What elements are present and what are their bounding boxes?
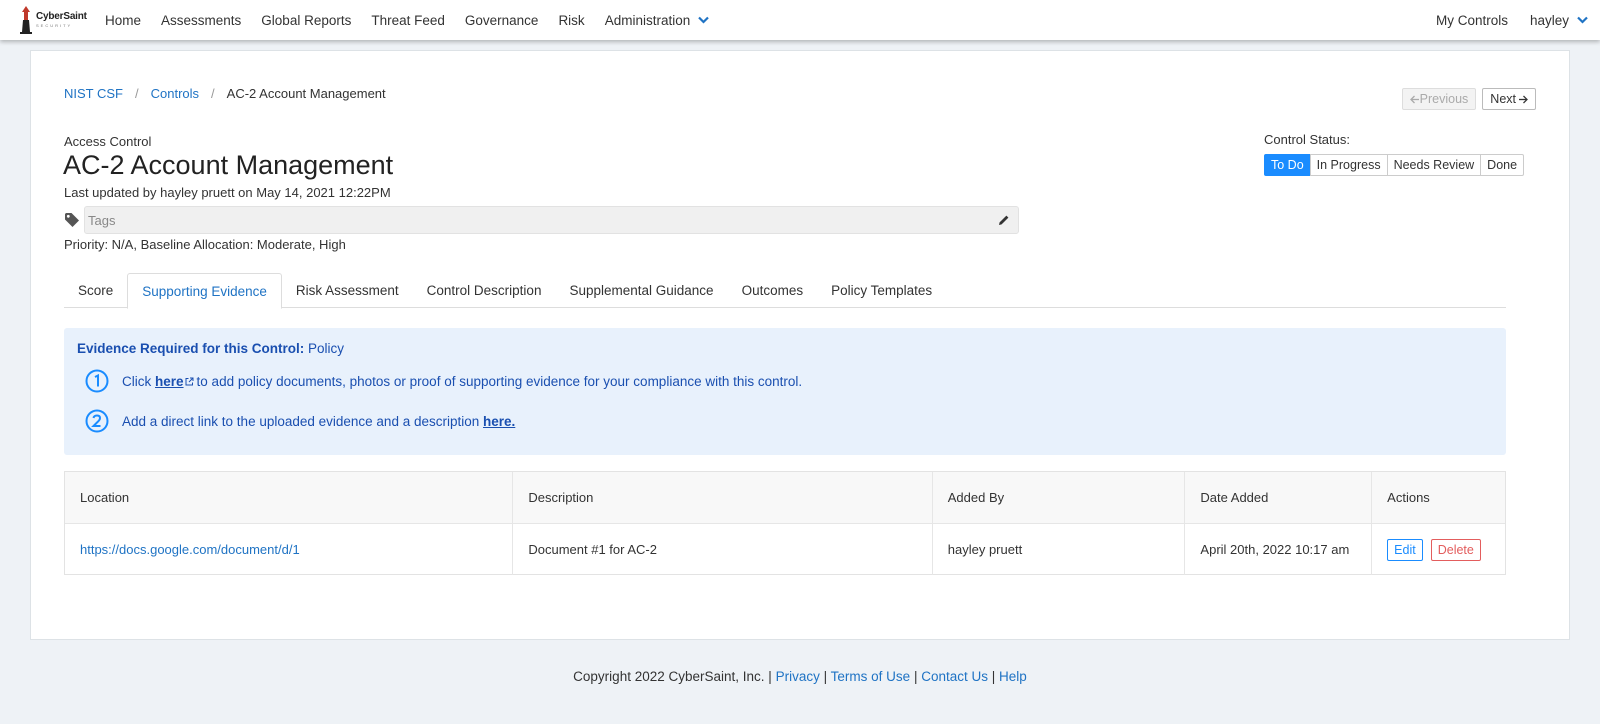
top-navbar: CyberSaint SECURITY Home Assessments Glo…: [0, 0, 1600, 40]
table-header: Location Description Added By Date Added…: [65, 472, 1505, 524]
tags-field[interactable]: Tags: [84, 206, 1019, 234]
cell-added-by: hayley pruett: [933, 524, 1186, 575]
step2-prefix: Add a direct link to the uploaded eviden…: [122, 413, 480, 429]
step-one-icon: [85, 369, 109, 393]
tab-control-description[interactable]: Control Description: [413, 273, 556, 308]
logo-mark-icon: [20, 6, 32, 34]
control-detail-card: NIST CSF / Controls / AC-2 Account Manag…: [30, 50, 1570, 640]
status-in-progress[interactable]: In Progress: [1309, 154, 1388, 176]
priority-text: Priority: N/A, Baseline Allocation: Mode…: [64, 237, 346, 252]
user-menu[interactable]: hayley: [1530, 13, 1588, 28]
logo-name: CyberSaint: [36, 11, 87, 22]
delete-button[interactable]: Delete: [1430, 538, 1481, 561]
pager: Previous Next: [1396, 88, 1536, 110]
nav-governance[interactable]: Governance: [465, 13, 539, 28]
footer-separator: |: [991, 669, 996, 684]
arrow-right-icon: [1519, 95, 1528, 103]
tag-icon: [65, 213, 79, 227]
logo-subtitle: SECURITY: [36, 23, 73, 28]
previous-button[interactable]: Previous: [1401, 88, 1477, 110]
step-two-icon: [85, 409, 109, 433]
evidence-table: Location Description Added By Date Added…: [64, 471, 1506, 575]
tab-policy-templates[interactable]: Policy Templates: [817, 273, 946, 308]
evidence-step-1: Click here to add policy documents, photo…: [85, 369, 802, 393]
evidence-heading-label: Evidence Required for this Control:: [77, 341, 305, 356]
footer-privacy-link[interactable]: Privacy: [776, 669, 820, 684]
nav-administration-label: Administration: [604, 12, 691, 28]
status-done[interactable]: Done: [1480, 154, 1525, 176]
pencil-edit-icon[interactable]: [998, 214, 1010, 226]
main-nav: Home Assessments Global Reports Threat F…: [105, 0, 729, 40]
status-button-group: To Do In Progress Needs Review Done: [1264, 154, 1525, 176]
tab-supplemental-guidance[interactable]: Supplemental Guidance: [555, 273, 727, 308]
add-link-here[interactable]: here.: [483, 414, 515, 429]
nav-home[interactable]: Home: [105, 13, 141, 28]
breadcrumb-controls[interactable]: Controls: [151, 86, 199, 101]
evidence-instructions: Evidence Required for this Control: Poli…: [64, 328, 1506, 455]
next-label: Next: [1490, 92, 1516, 106]
breadcrumb-separator: /: [211, 86, 215, 101]
status-to-do[interactable]: To Do: [1264, 154, 1311, 176]
last-updated-text: Last updated by hayley pruett on May 14,…: [64, 185, 391, 200]
tags-placeholder: Tags: [88, 212, 116, 228]
step1-suffix: to add policy documents, photos or proof…: [196, 373, 803, 389]
external-link-icon: [185, 377, 194, 385]
footer-separator: |: [823, 669, 828, 684]
chevron-down-icon: [698, 16, 710, 24]
tab-risk-assessment[interactable]: Risk Assessment: [282, 273, 413, 308]
nav-assessments[interactable]: Assessments: [161, 13, 241, 28]
footer-separator: |: [913, 669, 918, 684]
cell-date-added: April 20th, 2022 10:17 am: [1185, 524, 1373, 575]
nav-threat-feed[interactable]: Threat Feed: [371, 13, 445, 28]
cell-actions: Edit Delete: [1372, 524, 1505, 575]
control-family: Access Control: [64, 134, 152, 149]
cell-description: Document #1 for AC-2: [513, 524, 933, 575]
control-tabs: Score Supporting Evidence Risk Assessmen…: [64, 273, 1506, 309]
column-added-by[interactable]: Added By: [933, 472, 1186, 523]
table-row: https://docs.google.com/document/d/1 Doc…: [65, 524, 1505, 575]
cybersaint-logo[interactable]: CyberSaint SECURITY: [18, 4, 90, 36]
breadcrumb-separator: /: [135, 86, 139, 101]
nav-global-reports[interactable]: Global Reports: [261, 13, 351, 28]
page-title: AC-2 Account Management: [63, 150, 394, 180]
footer-help-link[interactable]: Help: [999, 669, 1027, 684]
chevron-down-icon: [1577, 16, 1588, 24]
column-date-added[interactable]: Date Added: [1185, 472, 1373, 523]
arrow-left-icon: [1409, 95, 1419, 103]
control-status: Control Status: To Do In Progress Needs …: [1264, 132, 1525, 176]
control-status-label: Control Status:: [1264, 132, 1350, 147]
footer: Copyright 2022 CyberSaint, Inc. | Privac…: [0, 669, 1600, 684]
column-actions: Actions: [1387, 490, 1430, 505]
evidence-heading: Evidence Required for this Control: Poli…: [77, 341, 344, 356]
previous-label: Previous: [1419, 92, 1469, 106]
cell-location: https://docs.google.com/document/d/1: [65, 524, 514, 575]
tab-score[interactable]: Score: [64, 273, 127, 308]
status-needs-review[interactable]: Needs Review: [1386, 154, 1482, 176]
column-location[interactable]: Location: [65, 472, 514, 523]
nav-my-controls[interactable]: My Controls: [1436, 13, 1508, 28]
tab-supporting-evidence[interactable]: Supporting Evidence: [127, 273, 282, 309]
upload-evidence-link[interactable]: here: [155, 374, 184, 389]
tags-row: Tags: [64, 206, 1019, 234]
nav-risk[interactable]: Risk: [558, 13, 584, 28]
step1-prefix: Click: [122, 373, 152, 389]
breadcrumb: NIST CSF / Controls / AC-2 Account Manag…: [64, 86, 386, 101]
column-description[interactable]: Description: [513, 472, 933, 523]
footer-separator: |: [768, 669, 772, 684]
footer-terms-link[interactable]: Terms of Use: [831, 669, 911, 684]
user-name: hayley: [1529, 12, 1569, 28]
next-button[interactable]: Next: [1482, 88, 1536, 110]
nav-right: My Controls hayley: [1414, 0, 1588, 40]
breadcrumb-framework[interactable]: NIST CSF: [64, 86, 123, 101]
edit-button[interactable]: Edit: [1387, 538, 1423, 561]
footer-contact-link[interactable]: Contact Us: [921, 669, 988, 684]
footer-copyright: Copyright 2022 CyberSaint, Inc.: [573, 669, 765, 684]
nav-administration[interactable]: Administration: [605, 13, 710, 28]
evidence-location-link[interactable]: https://docs.google.com/document/d/1: [80, 542, 300, 557]
breadcrumb-current: AC-2 Account Management: [226, 86, 386, 101]
evidence-step-2: Add a direct link to the uploaded eviden…: [85, 409, 515, 433]
evidence-type: Policy: [308, 341, 345, 356]
tab-outcomes[interactable]: Outcomes: [728, 273, 818, 308]
